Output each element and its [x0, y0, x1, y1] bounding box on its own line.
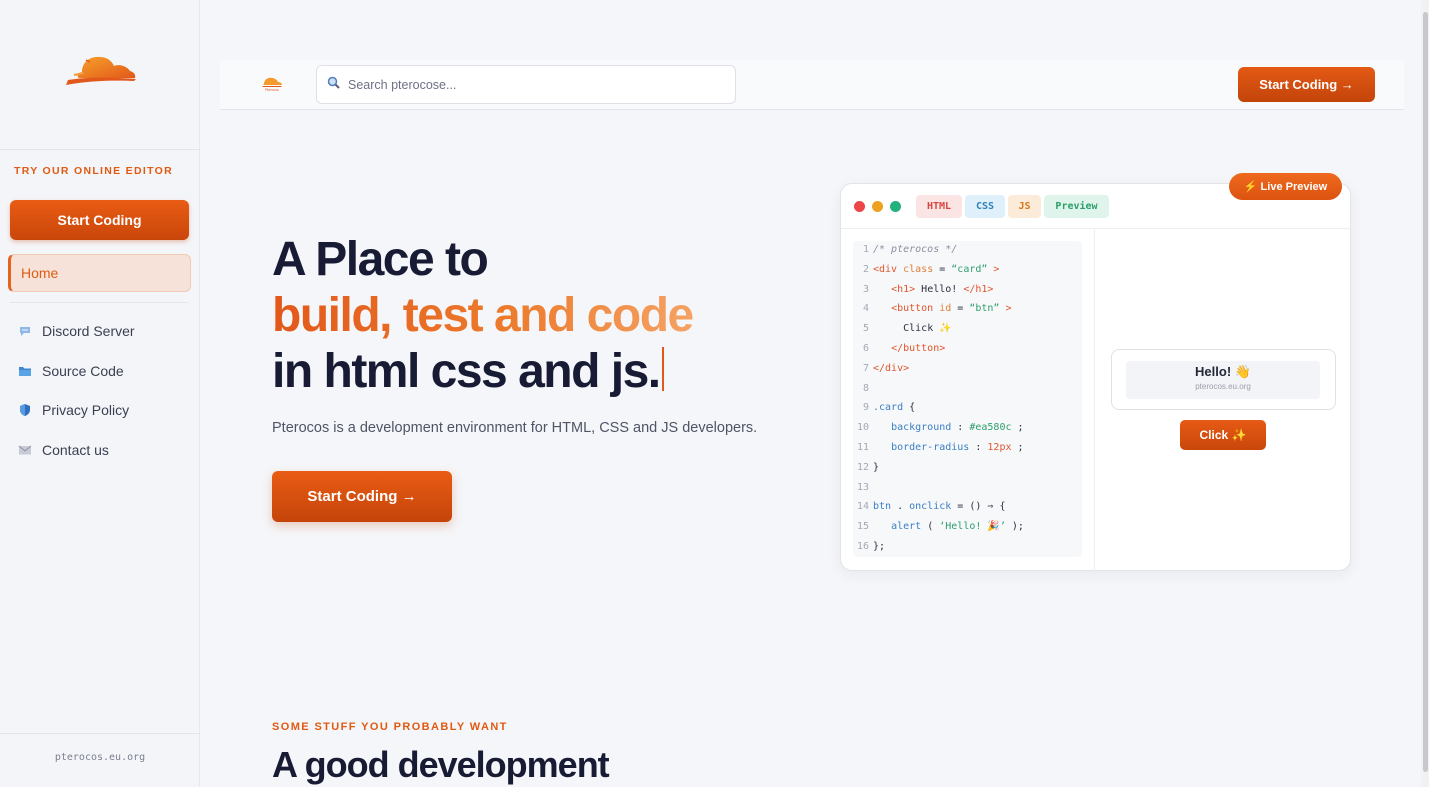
preview-inner: Hello! 👋 pterocos.eu.org: [1126, 361, 1320, 399]
sidebar-item-contact-us[interactable]: Contact us: [18, 439, 109, 461]
code-editor-card: HTML CSS JS Preview ⚡ Live Preview 1/* p…: [840, 173, 1352, 571]
search-input[interactable]: [348, 77, 708, 92]
hero-subtitle: Pterocos is a development environment fo…: [272, 420, 758, 436]
preview-click-button[interactable]: Click ✨: [1180, 420, 1266, 450]
sidebar-footer-url[interactable]: pterocos.eu.org: [0, 752, 200, 763]
preview-hello-text: Hello! 👋: [1195, 364, 1251, 379]
scrollbar-thumb[interactable]: [1423, 12, 1428, 772]
hero-title-line1: A Place to: [272, 233, 489, 286]
live-preview-badge: ⚡ Live Preview: [1229, 173, 1342, 200]
search-icon: [327, 76, 340, 94]
preview-card: Hello! 👋 pterocos.eu.org: [1111, 349, 1336, 410]
tab-js[interactable]: JS: [1008, 195, 1041, 218]
pane-separator: [1094, 229, 1095, 571]
section-label: SOME STUFF YOU PROBABLY WANT: [272, 721, 508, 733]
folder-icon: [18, 364, 32, 378]
window-maximize-dot: [890, 201, 901, 212]
sidebar-item-home[interactable]: Home: [8, 254, 191, 292]
search-box[interactable]: [316, 65, 736, 104]
code-pane[interactable]: 1/* pterocos */ 2 <div class = “card” > 3…: [853, 241, 1082, 557]
sidebar-footer-divider: [0, 733, 200, 734]
preview-url-text: pterocos.eu.org: [1195, 382, 1251, 391]
pterocos-logo-icon[interactable]: Pterocos: [260, 74, 284, 92]
hero-title: A Place to build, test and code in html …: [272, 232, 694, 400]
shield-icon: [18, 403, 32, 417]
sidebar-divider: [0, 149, 200, 150]
window-minimize-dot: [872, 201, 883, 212]
sidebar-section-label: TRY OUR ONLINE EDITOR: [14, 165, 173, 177]
speech-bubble-icon: [18, 324, 32, 338]
tab-html[interactable]: HTML: [916, 195, 962, 218]
cloud-logo-icon[interactable]: [60, 50, 140, 92]
tab-preview[interactable]: Preview: [1044, 195, 1109, 218]
hero-title-line3: in html css and js.: [272, 345, 661, 398]
sidebar-item-label: Contact us: [42, 442, 109, 458]
sidebar: TRY OUR ONLINE EDITOR Start Coding Home …: [0, 0, 200, 787]
tab-css[interactable]: CSS: [965, 195, 1005, 218]
envelope-icon: [18, 443, 32, 457]
top-bar: Pterocos Start Coding →: [220, 60, 1404, 110]
sidebar-item-label: Discord Server: [42, 323, 135, 339]
sidebar-item-label: Source Code: [42, 363, 124, 379]
sidebar-separator: [10, 302, 188, 303]
window-close-dot: [854, 201, 865, 212]
sidebar-item-label: Privacy Policy: [42, 402, 130, 418]
sidebar-item-source-code[interactable]: Source Code: [18, 360, 124, 382]
logo-text: Pterocos: [265, 88, 279, 92]
hero-start-coding-button[interactable]: Start Coding →: [272, 471, 452, 522]
topbar-start-coding-button[interactable]: Start Coding →: [1238, 67, 1375, 102]
sidebar-item-privacy-policy[interactable]: Privacy Policy: [18, 399, 129, 421]
sidebar-item-discord[interactable]: Discord Server: [18, 320, 135, 342]
typing-cursor: [661, 347, 664, 391]
section-title: A good development: [272, 744, 610, 785]
sidebar-start-coding-button[interactable]: Start Coding: [10, 200, 189, 240]
hero-title-line2: build, test and code: [272, 289, 694, 342]
